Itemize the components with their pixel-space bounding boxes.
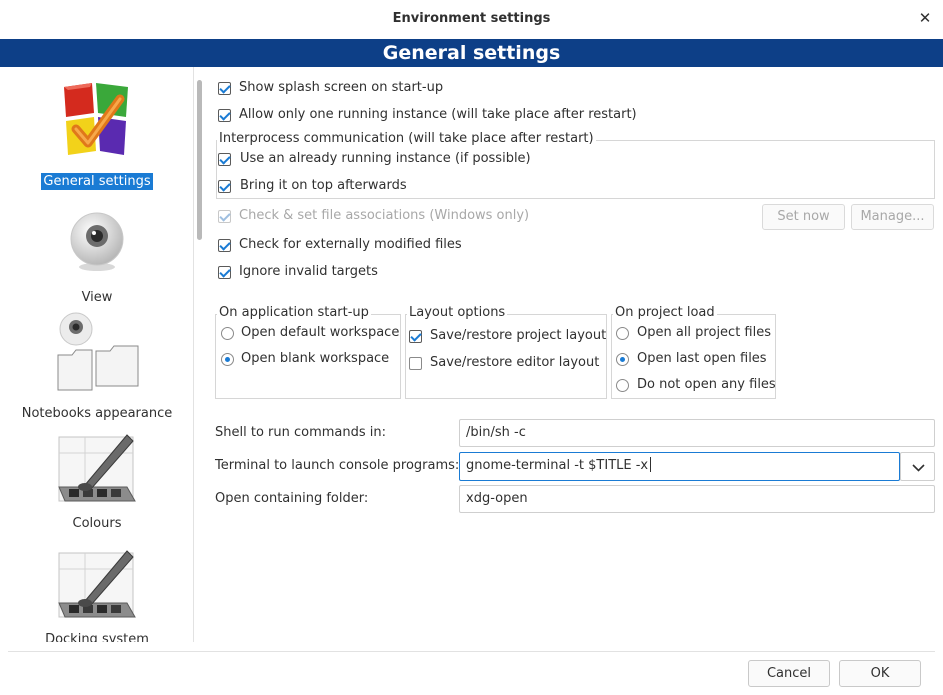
bring-on-top-checkbox[interactable] (218, 180, 231, 193)
ignore-invalid-checkbox[interactable] (218, 266, 231, 279)
general-settings-icon (64, 83, 128, 155)
use-running-instance-label: Use an already running instance (if poss… (240, 151, 531, 166)
open-folder-label: Open containing folder: (215, 491, 369, 506)
sidebar-item-label: General settings (41, 173, 153, 190)
open-folder-input[interactable]: xdg-open (459, 485, 935, 513)
open-last-open-files-radio[interactable] (616, 353, 629, 366)
sidebar-item-docking-system[interactable]: Docking system (8, 545, 186, 642)
terminal-input-value: gnome-terminal -t $TITLE -x (466, 458, 649, 473)
project-load-group-title: On project load (613, 305, 717, 320)
sidebar-item-colours[interactable]: Colours (8, 429, 186, 532)
save-project-layout-checkbox[interactable] (409, 330, 422, 343)
check-modified-checkbox[interactable] (218, 239, 231, 252)
use-running-instance-checkbox[interactable] (218, 153, 231, 166)
open-blank-workspace-radio[interactable] (221, 353, 234, 366)
sidebar-item-notebooks-appearance[interactable]: Notebooks appearance (8, 311, 186, 422)
show-splash-label: Show splash screen on start-up (239, 80, 444, 95)
terminal-dropdown-button[interactable] (900, 452, 935, 481)
text-caret (650, 457, 652, 472)
shell-input[interactable]: /bin/sh -c (459, 419, 935, 447)
eye-icon (70, 212, 124, 271)
check-modified-label: Check for externally modified files (239, 237, 462, 252)
terminal-input[interactable]: gnome-terminal -t $TITLE -x (459, 452, 900, 481)
ipc-group-title: Interprocess communication (will take pl… (217, 131, 596, 146)
colours-palette-icon (58, 434, 136, 502)
sidebar-item-label: Colours (72, 516, 122, 531)
manage-button[interactable]: Manage... (851, 204, 934, 230)
one-instance-checkbox[interactable] (218, 109, 231, 122)
sidebar: General settings View Notebooks appearan… (8, 67, 193, 642)
save-editor-layout-checkbox[interactable] (409, 357, 422, 370)
chevron-down-icon (912, 464, 925, 472)
ok-button[interactable]: OK (839, 660, 921, 687)
open-default-workspace-label: Open default workspace (241, 325, 400, 340)
docking-palette-icon (58, 550, 136, 618)
ignore-invalid-label: Ignore invalid targets (239, 264, 378, 279)
close-icon[interactable]: ✕ (915, 8, 935, 28)
sidebar-scrollbar[interactable] (197, 80, 202, 240)
save-project-layout-label: Save/restore project layout (430, 328, 607, 343)
open-blank-workspace-label: Open blank workspace (241, 351, 390, 366)
footer-divider (8, 651, 935, 652)
sidebar-item-general-settings[interactable]: General settings (8, 79, 186, 190)
do-not-open-files-label: Do not open any files (637, 377, 776, 392)
window-title: Environment settings (392, 11, 551, 26)
do-not-open-files-radio[interactable] (616, 379, 629, 392)
open-all-project-files-radio[interactable] (616, 327, 629, 340)
sidebar-item-view[interactable]: View (8, 211, 186, 306)
sidebar-divider (193, 67, 194, 642)
save-editor-layout-label: Save/restore editor layout (430, 355, 600, 370)
open-last-open-files-label: Open last open files (637, 351, 767, 366)
shell-label: Shell to run commands in: (215, 425, 387, 440)
sidebar-item-label: Notebooks appearance (21, 406, 173, 421)
file-associations-checkbox[interactable] (218, 210, 231, 223)
page-title: General settings (0, 39, 943, 67)
show-splash-checkbox[interactable] (218, 82, 231, 95)
notebooks-icon (57, 312, 139, 391)
startup-group-title: On application start-up (217, 305, 371, 320)
layout-options-group-title: Layout options (407, 305, 508, 320)
open-default-workspace-radio[interactable] (221, 327, 234, 340)
set-now-button[interactable]: Set now (762, 204, 845, 230)
bring-on-top-label: Bring it on top afterwards (240, 178, 407, 193)
one-instance-label: Allow only one running instance (will ta… (239, 107, 637, 122)
cancel-button[interactable]: Cancel (748, 660, 830, 687)
sidebar-item-label: View (81, 290, 113, 305)
open-all-project-files-label: Open all project files (637, 325, 771, 340)
terminal-label: Terminal to launch console programs: (215, 458, 460, 473)
sidebar-item-label: Docking system (45, 632, 149, 642)
file-associations-label: Check & set file associations (Windows o… (239, 208, 530, 223)
